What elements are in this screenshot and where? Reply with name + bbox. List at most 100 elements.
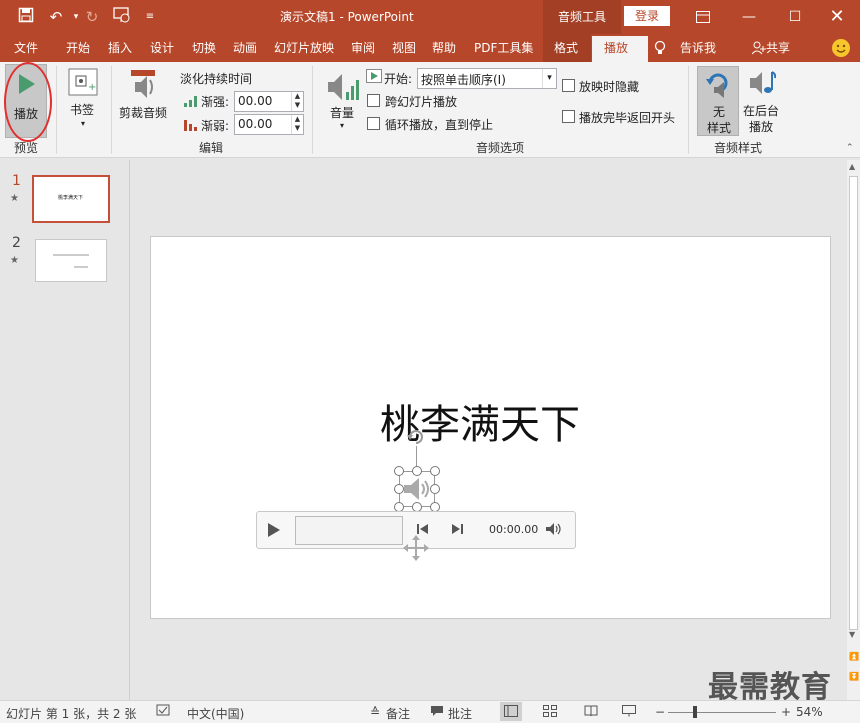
status-bar: 幻灯片 第 1 张，共 2 张 中文(中国) ≙ 备注 批注 − + 54% — [0, 700, 860, 723]
collapse-ribbon-icon[interactable]: ⌃ — [846, 143, 854, 153]
loop-checkbox[interactable] — [367, 117, 380, 130]
audio-styles-group-label: 音频样式 — [714, 141, 763, 155]
comments-button[interactable]: 批注 — [448, 705, 472, 722]
tab-design[interactable]: 设计 — [150, 34, 174, 62]
lightbulb-icon — [654, 34, 666, 62]
save-icon[interactable] — [16, 7, 36, 27]
tab-review[interactable]: 审阅 — [351, 34, 375, 62]
tell-me-input[interactable]: 告诉我 — [680, 34, 716, 62]
start-label: 开始: — [384, 72, 413, 86]
play-in-background-button[interactable]: 在后台 播放 — [741, 66, 783, 136]
hide-during-show-label: 放映时隐藏 — [579, 80, 640, 94]
start-value: 按照单击顺序(I) — [421, 73, 506, 87]
start-dropdown[interactable]: 按照单击顺序(I) ▾ — [417, 68, 557, 89]
close-icon[interactable]: ✕ — [814, 0, 860, 34]
minimize-icon[interactable]: — — [726, 0, 772, 34]
tab-playback[interactable]: 播放 — [604, 34, 628, 62]
zoom-out-icon[interactable]: − — [655, 705, 665, 719]
slide-info: 幻灯片 第 1 张，共 2 张 — [6, 707, 137, 721]
tab-home[interactable]: 开始 — [66, 34, 90, 62]
tab-file[interactable]: 文件 — [14, 34, 38, 62]
separator — [111, 66, 112, 154]
maximize-icon[interactable]: ☐ — [772, 0, 818, 34]
redo-icon[interactable]: ↻ — [82, 7, 102, 27]
audio-progress-track[interactable] — [295, 516, 403, 545]
trim-audio-label: 剪裁音频 — [119, 106, 168, 120]
bookmark-label: 书签 — [70, 103, 95, 117]
volume-label: 音量 — [330, 106, 355, 120]
thumb-text-line — [53, 254, 89, 256]
tab-pdf-tools[interactable]: PDF工具集 — [474, 34, 533, 62]
speaker-icon[interactable] — [402, 475, 432, 506]
language-status[interactable]: 中文(中国) — [187, 705, 244, 722]
bookmark-dropdown-icon: ▾ — [81, 119, 86, 128]
reading-view-icon[interactable] — [584, 705, 598, 720]
loop-label: 循环播放，直到停止 — [385, 118, 494, 132]
bookmark-button[interactable]: + 书签 ▾ — [64, 66, 104, 136]
slide-thumbnail[interactable]: 桃李满天下 — [32, 175, 110, 223]
slide-sorter-icon[interactable] — [543, 705, 557, 720]
next-slide-icon[interactable]: ⏬ — [849, 672, 859, 681]
window-title: 演示文稿1 - PowerPoint — [280, 10, 414, 24]
spinner-arrows-icon[interactable]: ▲ ▼ — [291, 92, 303, 111]
slideshow-view-icon[interactable] — [622, 705, 636, 720]
fade-in-spinner[interactable]: 00.00 ▲ ▼ — [234, 91, 304, 112]
zoom-level[interactable]: 54% — [796, 705, 823, 719]
highlight-circle — [4, 62, 52, 142]
fade-in-icon — [184, 95, 198, 110]
tab-animations[interactable]: 动画 — [233, 34, 257, 62]
separator — [56, 66, 57, 154]
fade-out-label: 渐弱: — [201, 119, 230, 133]
previous-slide-icon[interactable]: ⏫ — [849, 652, 859, 661]
fade-out-spinner[interactable]: 00.00 ▲ ▼ — [234, 114, 304, 135]
scroll-up-icon[interactable]: ▲ — [849, 162, 855, 171]
comments-icon[interactable] — [430, 705, 444, 720]
slide-canvas[interactable]: 桃李满天下 — [150, 236, 831, 619]
player-play-icon[interactable] — [267, 522, 281, 541]
normal-view-icon[interactable] — [500, 702, 522, 721]
bg-play-label-2: 播放 — [749, 120, 774, 134]
cross-slides-checkbox[interactable] — [367, 94, 380, 107]
chevron-down-icon[interactable]: ▾ — [542, 69, 556, 88]
zoom-slider[interactable] — [668, 712, 776, 713]
bookmark-icon: + — [68, 68, 98, 99]
tab-insert[interactable]: 插入 — [108, 34, 132, 62]
scroll-thumb[interactable] — [849, 176, 858, 630]
zoom-slider-thumb[interactable] — [693, 706, 697, 718]
notes-button[interactable]: 备注 — [386, 705, 410, 722]
slide-thumbnail[interactable] — [35, 239, 107, 282]
undo-icon[interactable]: ↶ — [46, 7, 66, 27]
share-icon[interactable] — [751, 34, 766, 62]
slide-number: 1 — [12, 173, 21, 189]
tab-slideshow[interactable]: 幻灯片放映 — [274, 34, 334, 62]
start-from-beginning-icon[interactable] — [112, 7, 132, 27]
accessibility-icon[interactable] — [156, 704, 170, 721]
hide-during-show-checkbox[interactable] — [562, 79, 575, 92]
tab-format[interactable]: 格式 — [554, 34, 578, 62]
trim-audio-button[interactable]: 剪裁音频 — [117, 66, 171, 126]
spinner-arrows-icon[interactable]: ▲ ▼ — [291, 115, 303, 134]
scroll-down-icon[interactable]: ▼ — [849, 630, 855, 639]
login-button[interactable]: 登录 — [624, 6, 670, 26]
rewind-checkbox[interactable] — [562, 110, 575, 123]
tab-view[interactable]: 视图 — [392, 34, 416, 62]
customize-toolbar-icon[interactable]: ≡ — [140, 7, 160, 27]
step-forward-icon[interactable] — [451, 523, 463, 538]
no-style-button[interactable]: 无 样式 — [697, 66, 739, 136]
tab-help[interactable]: 帮助 — [432, 34, 456, 62]
smiley-icon[interactable] — [832, 39, 850, 57]
move-handle-icon[interactable] — [402, 534, 430, 565]
tab-transitions[interactable]: 切换 — [192, 34, 216, 62]
ribbon-display-icon[interactable] — [680, 0, 726, 34]
player-volume-icon[interactable] — [545, 522, 563, 539]
vertical-scrollbar[interactable]: ▲ ▼ ⏫ ⏬ — [847, 160, 860, 700]
notes-icon[interactable]: ≙ — [370, 705, 380, 719]
no-style-label-2: 样式 — [707, 121, 732, 135]
zoom-in-icon[interactable]: + — [781, 705, 791, 719]
animation-star-icon: ★ — [10, 193, 19, 204]
volume-button[interactable]: 音量 ▾ — [322, 66, 362, 136]
fade-in-value: 00.00 — [238, 94, 273, 108]
player-time: 00:00.00 — [489, 523, 539, 536]
volume-icon — [326, 70, 360, 107]
share-button[interactable]: 共享 — [766, 34, 790, 62]
